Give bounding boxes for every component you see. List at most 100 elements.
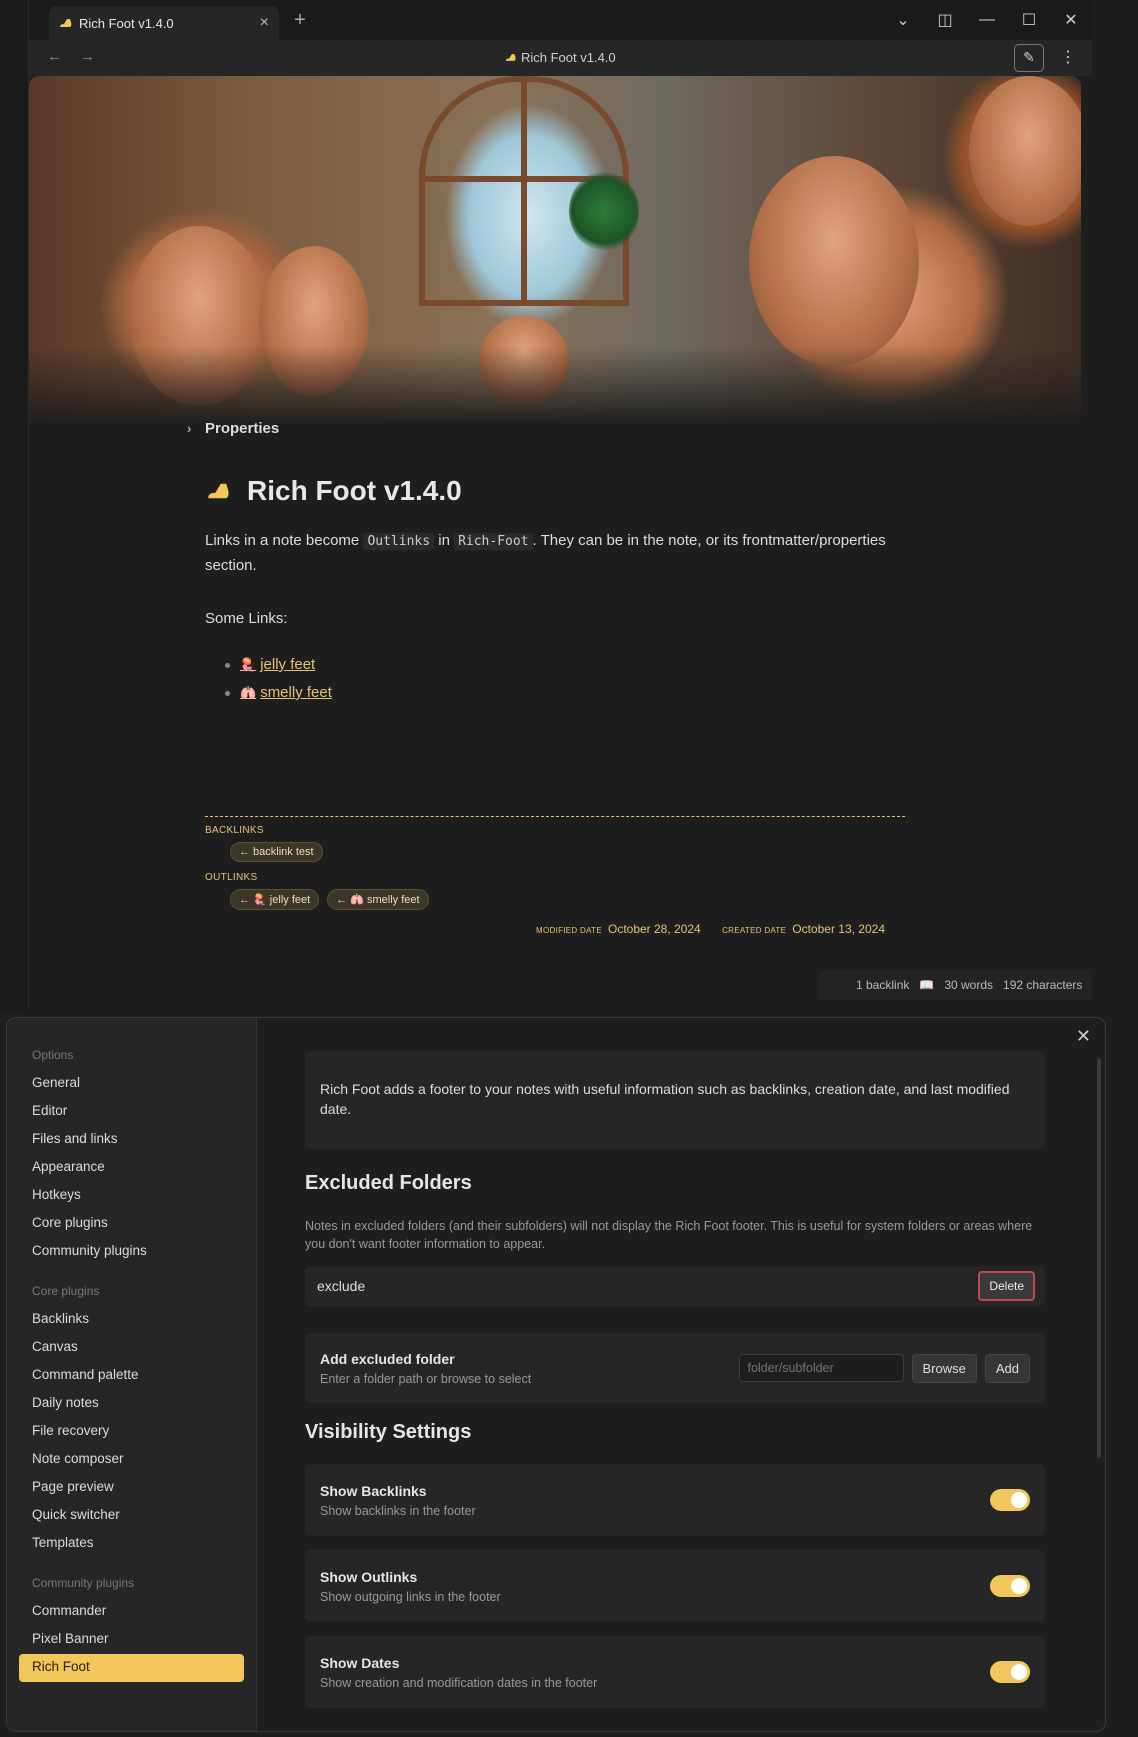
setting-text: Show Backlinks Show backlinks in the foo…: [320, 1483, 990, 1518]
sidebar-item-rich-foot[interactable]: Rich Foot: [19, 1654, 244, 1682]
sidebar-item-files-and-links[interactable]: Files and links: [19, 1126, 244, 1154]
left-ribbon: [0, 0, 29, 1010]
new-tab-button[interactable]: +: [289, 8, 311, 32]
character-count: 192 characters: [1003, 978, 1083, 992]
show-outlinks-setting: Show Outlinks Show outgoing links in the…: [305, 1550, 1045, 1622]
settings-modal: Options General Editor Files and links A…: [6, 1017, 1106, 1732]
lungs-icon: 🫁: [240, 685, 257, 700]
internal-link[interactable]: 🫁 smelly feet: [240, 679, 332, 707]
sidebar-item-appearance[interactable]: Appearance: [19, 1154, 244, 1182]
outlink-pill[interactable]: ← 🪼 jelly feet: [230, 889, 320, 910]
show-dates-setting: Show Dates Show creation and modificatio…: [305, 1636, 1045, 1708]
chevron-right-icon[interactable]: ›: [187, 421, 205, 436]
sidebar-item-command-palette[interactable]: Command palette: [19, 1362, 244, 1390]
note-title-text: Rich Foot v1.4.0: [247, 475, 462, 506]
banner-foot: [749, 156, 919, 366]
sidebar-item-daily-notes[interactable]: Daily notes: [19, 1390, 244, 1418]
visibility-settings-heading: Visibility Settings: [305, 1421, 472, 1443]
sidebar-item-quick-switcher[interactable]: Quick switcher: [19, 1502, 244, 1530]
settings-sidebar: Options General Editor Files and links A…: [7, 1018, 257, 1731]
chevron-down-icon[interactable]: ⌄: [882, 10, 924, 30]
banner-window-bar: [521, 76, 527, 306]
footer-dates: MODIFIED DATE October 28, 2024 CREATED DA…: [205, 922, 905, 936]
footer-divider: [205, 816, 905, 817]
backlinks-label: BACKLINKS: [205, 825, 264, 836]
rich-foot-footer: BACKLINKS ← backlink test OUTLINKS ← 🪼 j…: [205, 816, 905, 936]
close-window-icon[interactable]: ✕: [1050, 10, 1092, 30]
plugin-description: Rich Foot adds a footer to your notes wi…: [305, 1051, 1045, 1149]
backlinks-list: ← backlink test: [230, 842, 905, 862]
sidebar-group-options: Options: [32, 1048, 74, 1062]
browse-button[interactable]: Browse: [911, 1353, 977, 1383]
links-list: 🪼 jelly feet 🫁 smelly feet: [225, 651, 905, 707]
view-title[interactable]: Rich Foot v1.4.0: [29, 50, 1092, 65]
setting-description: Show backlinks in the footer: [320, 1503, 476, 1518]
sidebar-item-community-plugins[interactable]: Community plugins: [19, 1238, 244, 1266]
reading-view-icon[interactable]: 📖: [919, 978, 934, 992]
pixel-banner-image: [29, 76, 1081, 426]
app-window: Rich Foot v1.4.0 × + ⌄ ◫ — ☐ ✕ ←→ Rich F…: [0, 0, 1138, 1010]
sidebar-item-hotkeys[interactable]: Hotkeys: [19, 1182, 244, 1210]
delete-button[interactable]: Delete: [978, 1271, 1035, 1301]
edit-pencil-icon[interactable]: ✎: [1014, 44, 1044, 72]
sidebar-item-editor[interactable]: Editor: [19, 1098, 244, 1126]
bullet-icon: [225, 690, 230, 696]
properties-toggle[interactable]: › Properties: [187, 420, 905, 437]
banner-plant: [569, 171, 639, 251]
sidebar-item-pixel-banner[interactable]: Pixel Banner: [19, 1626, 244, 1654]
list-item: 🫁 smelly feet: [225, 679, 905, 707]
sidebar-item-file-recovery[interactable]: File recovery: [19, 1418, 244, 1446]
excluded-folders-heading: Excluded Folders: [305, 1172, 472, 1194]
internal-link[interactable]: 🪼 jelly feet: [240, 651, 315, 679]
folder-path-input[interactable]: [738, 1354, 904, 1382]
show-dates-toggle[interactable]: [990, 1661, 1030, 1683]
setting-description: Enter a folder path or browse to select: [320, 1371, 532, 1386]
close-tab-icon[interactable]: ×: [260, 14, 269, 32]
sidebar-item-general[interactable]: General: [19, 1070, 244, 1098]
setting-text: Add excluded folder Enter a folder path …: [320, 1351, 739, 1386]
sidebar-item-core-plugins[interactable]: Core plugins: [19, 1210, 244, 1238]
created-date-value: October 13, 2024: [792, 922, 885, 936]
view-title-text: Rich Foot v1.4.0: [520, 50, 616, 65]
modified-date-label: MODIFIED DATE: [536, 926, 602, 935]
show-backlinks-toggle[interactable]: [990, 1489, 1030, 1511]
tab-rich-foot[interactable]: Rich Foot v1.4.0 ×: [49, 6, 279, 40]
backlink-count[interactable]: 1 backlink: [856, 978, 909, 992]
sidebar-toggle-icon[interactable]: ◫: [924, 10, 966, 30]
tab-bar: Rich Foot v1.4.0 × + ⌄ ◫ — ☐ ✕: [29, 0, 1092, 40]
excluded-folder-path: exclude: [317, 1278, 366, 1294]
view-header: ←→ Rich Foot v1.4.0 ✎ ⋮: [29, 40, 1092, 76]
setting-description: Show outgoing links in the footer: [320, 1589, 501, 1604]
show-backlinks-setting: Show Backlinks Show backlinks in the foo…: [305, 1464, 1045, 1536]
scrollbar[interactable]: [1097, 1058, 1101, 1458]
bullet-icon: [225, 662, 230, 668]
outlink-pill[interactable]: ← 🫁 smelly feet: [327, 889, 429, 910]
sidebar-group-core-plugins: Core plugins: [32, 1284, 100, 1298]
settings-content: ✕ Rich Foot adds a footer to your notes …: [257, 1018, 1105, 1731]
backlink-pill[interactable]: ← backlink test: [230, 842, 323, 862]
minimize-icon[interactable]: —: [966, 11, 1008, 29]
note-title: Rich Foot v1.4.0: [205, 475, 905, 507]
status-bar: 1 backlink 📖 30 words 192 characters: [818, 970, 1092, 1000]
setting-name: Show Backlinks: [320, 1482, 427, 1499]
sidebar-item-canvas[interactable]: Canvas: [19, 1334, 244, 1362]
foot-icon: [208, 483, 229, 499]
excluded-folders-description: Notes in excluded folders (and their sub…: [305, 1219, 1033, 1251]
setting-name: Show Outlinks: [320, 1568, 418, 1585]
more-options-icon[interactable]: ⋮: [1060, 47, 1076, 67]
jellyfish-icon: 🪼: [240, 657, 257, 672]
setting-name: Add excluded folder: [320, 1350, 455, 1367]
maximize-icon[interactable]: ☐: [1008, 10, 1050, 30]
tab-title: Rich Foot v1.4.0: [79, 15, 174, 31]
word-count: 30 words: [944, 978, 994, 992]
add-button[interactable]: Add: [984, 1353, 1030, 1383]
sidebar-item-commander[interactable]: Commander: [19, 1598, 244, 1626]
show-outlinks-toggle[interactable]: [990, 1575, 1030, 1597]
sidebar-item-backlinks[interactable]: Backlinks: [19, 1306, 244, 1334]
sidebar-item-note-composer[interactable]: Note composer: [19, 1446, 244, 1474]
sidebar-item-page-preview[interactable]: Page preview: [19, 1474, 244, 1502]
close-icon[interactable]: ✕: [1076, 1026, 1091, 1047]
some-links-paragraph: Some Links:: [205, 610, 288, 627]
setting-text: Show Dates Show creation and modificatio…: [320, 1655, 990, 1690]
sidebar-item-templates[interactable]: Templates: [19, 1530, 244, 1558]
